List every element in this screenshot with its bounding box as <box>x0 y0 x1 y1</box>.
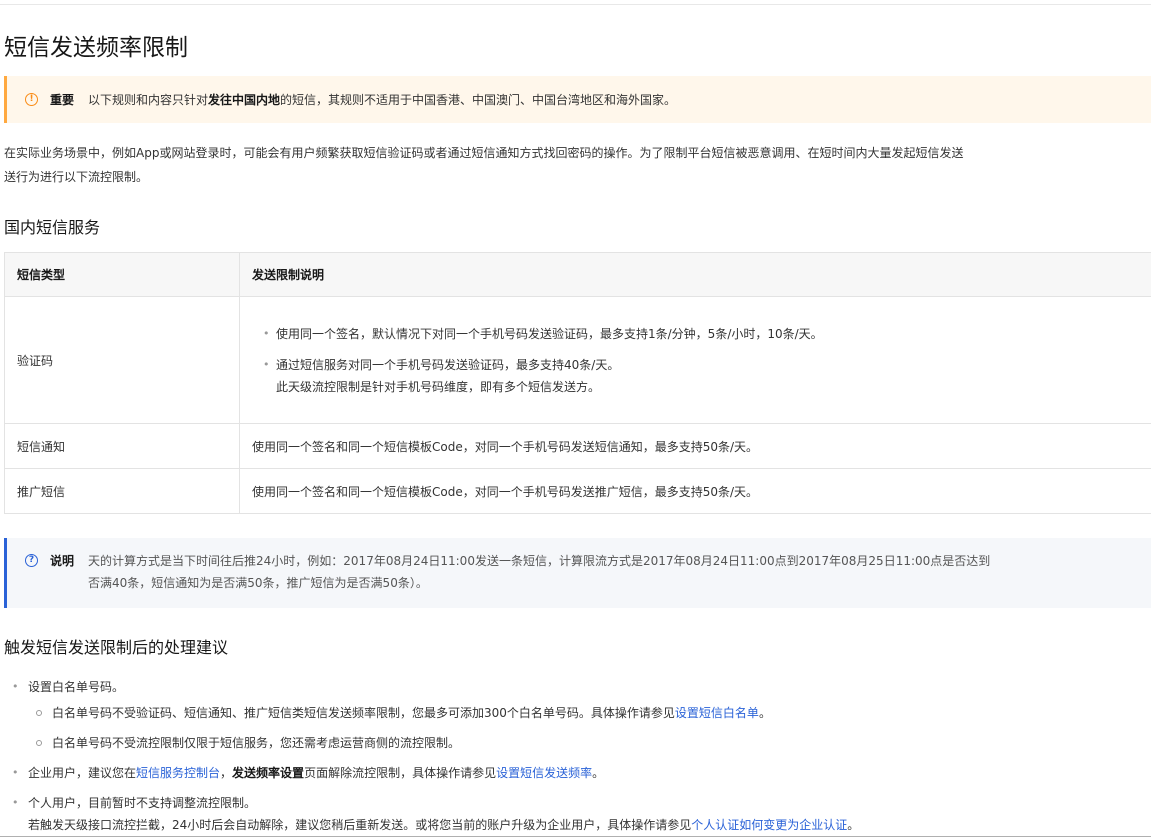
limits-table: 短信类型 发送限制说明 验证码 使用同一个签名，默认情况下对同一个手机号码发送验… <box>4 252 1151 514</box>
intro-line-1: 在实际业务场景中，例如App或网站登录时，可能会有用户频繁获取短信验证码或者通过… <box>4 146 964 160</box>
important-text-strong: 发往中国内地 <box>208 93 281 107</box>
list-item: 通过短信服务对同一个手机号码发送验证码，最多支持40条/天。此天级流控限制是针对… <box>263 354 1151 398</box>
list-item: 白名单号码不受流控限制仅限于短信服务，您还需考虑运营商侧的流控限制。 <box>28 732 1151 754</box>
important-text-before: 以下规则和内容只针对 <box>88 93 209 107</box>
list-item: 个人用户，目前暂时不支持调整流控限制。若触发天级接口流控拦截，24小时后会自动解… <box>4 792 1151 836</box>
cell-type: 验证码 <box>4 296 240 424</box>
note-line-2: 否满40条，短信通知为是否满50条，推广短信为是否满50条）。 <box>88 576 428 590</box>
table-header-row: 短信类型 发送限制说明 <box>4 252 1151 297</box>
enterprise-text-mid1: ， <box>220 766 233 780</box>
whitelist-sublist: 白名单号码不受验证码、短信通知、推广短信类短信发送频率限制，您最多可添加300个… <box>28 702 1151 754</box>
note-notice: ? 说明 天的计算方式是当下时间往后推24小时，例如：2017年08月24日11… <box>4 538 1151 608</box>
cell-type: 推广短信 <box>4 468 240 514</box>
top-divider <box>0 4 1151 5</box>
note-line-1: 天的计算方式是当下时间往后推24小时，例如：2017年08月24日11:00发送… <box>88 554 991 568</box>
list-item-text: 通过短信服务对同一个手机号码发送验证码，最多支持40条/天。 <box>276 357 620 372</box>
table-row: 推广短信 使用同一个签名和同一个短信模板Code，对同一个手机号码发送推广短信，… <box>4 468 1151 514</box>
suggest-section-heading: 触发短信发送限制后的处理建议 <box>4 638 229 657</box>
intro-line-2: 送行为进行以下流控限制。 <box>4 170 149 184</box>
important-label: 重要 <box>50 93 75 107</box>
important-text-after: 的短信，其规则不适用于中国香港、中国澳门、中国台湾地区和海外国家。 <box>280 93 677 107</box>
personal-item-text: 个人用户，目前暂时不支持调整流控限制。 <box>28 796 257 810</box>
intro-paragraph: 在实际业务场景中，例如App或网站登录时，可能会有用户频繁获取短信验证码或者通过… <box>4 141 1151 189</box>
enterprise-text-before: 企业用户，建议您在 <box>28 766 137 780</box>
cell-description: 使用同一个签名和同一个短信模板Code，对同一个手机号码发送推广短信，最多支持5… <box>239 468 1151 514</box>
list-item: 设置白名单号码。 白名单号码不受验证码、短信通知、推广短信类短信发送频率限制，您… <box>4 676 1151 754</box>
sms-console-link[interactable]: 短信服务控制台 <box>136 766 220 780</box>
cell-type: 短信通知 <box>4 423 240 469</box>
column-header-type: 短信类型 <box>4 252 240 297</box>
question-circle-icon: ? <box>25 554 38 567</box>
table-row: 短信通知 使用同一个签名和同一个短信模板Code，对同一个手机号码发送短信通知，… <box>4 423 1151 469</box>
exclamation-circle-icon: ! <box>25 93 38 106</box>
list-item-extra: 此天级流控限制是针对手机号码维度，即有多个短信发送方。 <box>276 379 601 394</box>
domestic-section-heading: 国内短信服务 <box>4 218 101 237</box>
list-item: 使用同一个签名，默认情况下对同一个手机号码发送验证码，最多支持1条/分钟，5条/… <box>263 323 1151 345</box>
table-row: 验证码 使用同一个签名，默认情况下对同一个手机号码发送验证码，最多支持1条/分钟… <box>4 296 1151 424</box>
suggest-list: 设置白名单号码。 白名单号码不受验证码、短信通知、推广短信类短信发送频率限制，您… <box>4 676 1151 836</box>
important-notice: ! 重要 以下规则和内容只针对 发往中国内地 的短信，其规则不适用于中国香港、中国澳… <box>4 76 1151 123</box>
verification-limit-list: 使用同一个签名，默认情况下对同一个手机号码发送验证码，最多支持1条/分钟，5条/… <box>252 323 1151 398</box>
frequency-setting-strong: 发送频率设置 <box>232 766 305 780</box>
personal-line2-text: 若触发天级接口流控拦截，24小时后会自动解除，建议您稍后重新发送。或将您当前的账… <box>28 818 692 832</box>
note-text: 天的计算方式是当下时间往后推24小时，例如：2017年08月24日11:00发送… <box>88 550 990 594</box>
frequency-settings-link[interactable]: 设置短信发送频率 <box>496 766 592 780</box>
cell-description: 使用同一个签名和同一个短信模板Code，对同一个手机号码发送短信通知，最多支持5… <box>239 423 1151 469</box>
list-item: 企业用户，建议您在短信服务控制台，发送频率设置页面解除流控限制，具体操作请参见设… <box>4 762 1151 784</box>
sub-item-text: 白名单号码不受验证码、短信通知、推广短信类短信发送频率限制，您最多可添加300个… <box>52 706 675 720</box>
upgrade-certification-link[interactable]: 个人认证如何变更为企业认证 <box>691 818 847 832</box>
personal-line2-end: 。 <box>847 818 860 832</box>
whitelist-settings-link[interactable]: 设置短信白名单 <box>675 706 759 720</box>
enterprise-text-mid2: 页面解除流控限制，具体操作请参见 <box>304 766 497 780</box>
note-label: 说明 <box>50 554 75 568</box>
enterprise-text-end: 。 <box>592 766 605 780</box>
sub-item-end: 。 <box>758 706 771 720</box>
list-item: 白名单号码不受验证码、短信通知、推广短信类短信发送频率限制，您最多可添加300个… <box>28 702 1151 724</box>
cell-description: 使用同一个签名，默认情况下对同一个手机号码发送验证码，最多支持1条/分钟，5条/… <box>239 296 1151 424</box>
bottom-divider <box>0 836 1151 837</box>
whitelist-item-text: 设置白名单号码。 <box>28 680 125 694</box>
page-title: 短信发送频率限制 <box>4 35 188 61</box>
column-header-description: 发送限制说明 <box>239 252 1151 297</box>
